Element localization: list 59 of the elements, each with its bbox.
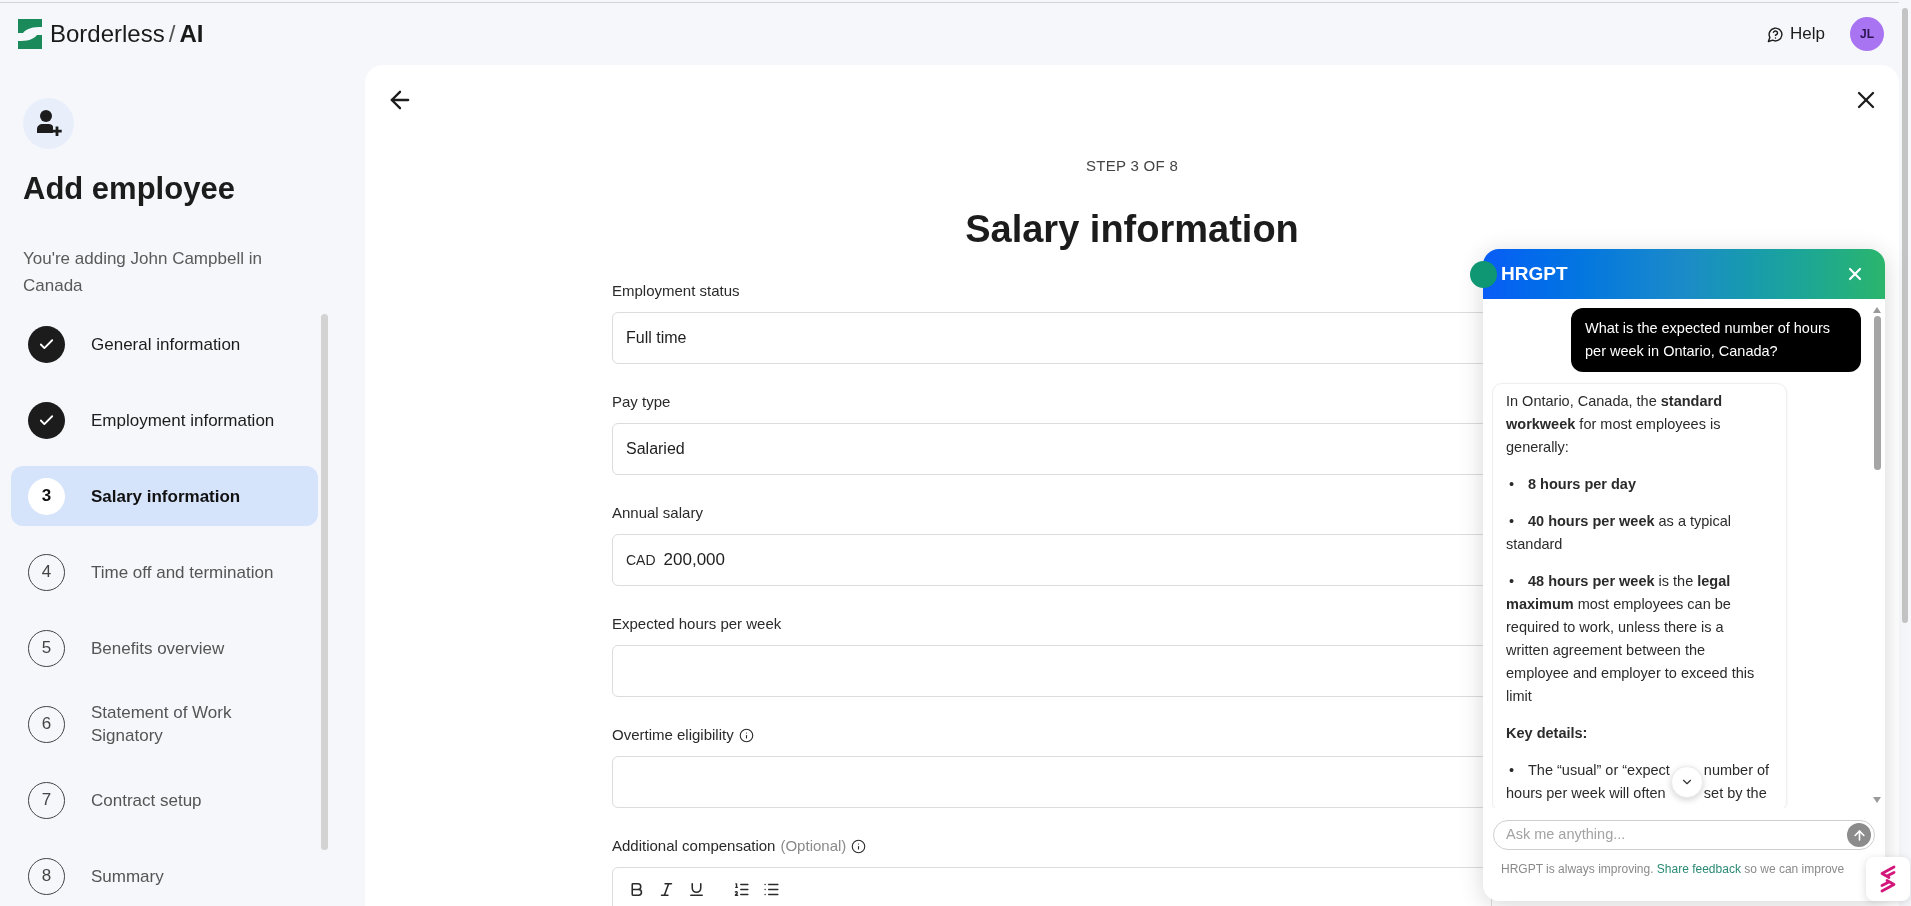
numbered-list-icon[interactable] <box>733 881 750 898</box>
optional-note: (Optional) <box>780 836 847 856</box>
stripes-logo-icon <box>1878 865 1898 893</box>
field-label: Pay type <box>612 392 671 412</box>
page-title: Add employee <box>23 170 235 208</box>
step-item[interactable]: 6 Statement of Work Signatory <box>11 694 318 754</box>
list-item: • 8 hours per day <box>1508 475 1637 494</box>
logo-icon <box>18 19 42 49</box>
step-item[interactable]: 7 Contract setup <box>11 770 318 830</box>
brand-suffix: AI <box>179 19 204 49</box>
user-message: What is the expected number of hours per week in Ontario, Canada? <box>1571 308 1861 372</box>
field-label: Employment status <box>612 281 740 301</box>
chat-title: HRGPT <box>1501 261 1568 286</box>
message-text: number of <box>1703 761 1770 780</box>
launcher-button[interactable] <box>1866 857 1910 901</box>
field-label: Annual salary <box>612 503 703 523</box>
step-item[interactable]: 5 Benefits overview <box>11 618 318 678</box>
bullet-list-icon[interactable] <box>763 881 780 898</box>
step-indicator: STEP 3 OF 8 <box>1085 157 1179 175</box>
info-icon[interactable] <box>738 727 754 743</box>
currency-prefix: CAD <box>626 550 656 570</box>
field-label: Overtime eligibility <box>612 725 734 745</box>
message-text: The “usual” or “expect <box>1528 761 1670 780</box>
help-link[interactable]: Help <box>1767 21 1825 47</box>
scrollbar-thumb[interactable] <box>321 314 328 850</box>
add-user-icon <box>23 98 74 149</box>
message-text: hours per week will often <box>1506 784 1666 803</box>
step-item[interactable]: 4 Time off and termination <box>11 542 318 602</box>
field-label: Additional compensation <box>612 836 776 856</box>
step-item[interactable]: 8 Summary <box>11 846 318 906</box>
message-heading: Key details: <box>1506 724 1589 743</box>
scroll-down-icon[interactable] <box>1873 797 1881 803</box>
help-icon <box>1767 25 1785 43</box>
user-avatar[interactable]: JL <box>1850 17 1884 51</box>
step-item[interactable]: General information <box>11 314 318 374</box>
section-title: Salary information <box>965 207 1299 252</box>
step-number: 3 <box>28 477 65 515</box>
brand-separator: / <box>168 19 176 49</box>
page-subtitle: You're adding John Campbell in Canada <box>23 248 263 297</box>
scrollbar-thumb[interactable] <box>1902 8 1908 623</box>
message-text: set by the <box>1703 784 1768 803</box>
share-feedback-link[interactable]: Share feedback <box>1656 862 1741 876</box>
list-item: • 40 hours per week as a typical standard <box>1506 512 1733 554</box>
field-label: Expected hours per week <box>612 614 782 634</box>
amount-input[interactable]: 200,000 <box>663 547 1478 573</box>
bold-icon[interactable] <box>628 881 645 898</box>
brand-name: Borderless <box>50 19 165 49</box>
message-input[interactable]: Ask me anything... <box>1506 824 1847 846</box>
scrollbar-thumb[interactable] <box>1873 316 1881 470</box>
list-item: • 48 hours per week is the legal maximum most employees can be required to work, unless there is a written agreement between the employee and employer to exceed this limit <box>1506 572 1756 706</box>
underline-icon[interactable] <box>688 881 705 898</box>
message-text: In Ontario, Canada, the standard workweek for most employees is generally: <box>1506 392 1723 457</box>
send-button[interactable] <box>1847 823 1871 847</box>
list-bullet: • <box>1508 761 1516 780</box>
step-item[interactable]: 3 Salary information <box>11 466 318 526</box>
italic-icon[interactable] <box>658 881 675 898</box>
step-item[interactable]: Employment information <box>11 390 318 450</box>
info-icon[interactable] <box>851 838 867 854</box>
scroll-up-icon[interactable] <box>1873 307 1881 313</box>
